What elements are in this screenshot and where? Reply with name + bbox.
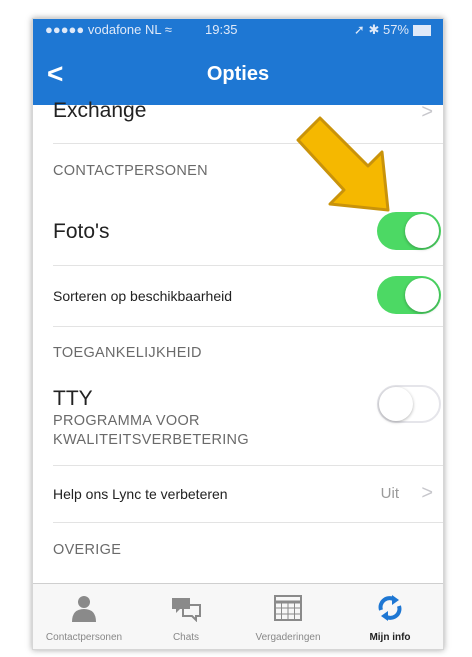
- sort-row: Sorteren op beschikbaarheid: [53, 266, 443, 327]
- page-title: Opties: [206, 63, 270, 85]
- tty-label: TTY: [53, 387, 93, 410]
- tab-bar: Contactpersonen Chats Vergaderingen Mijn…: [33, 583, 443, 649]
- bluetooth-icon: ✱: [368, 22, 380, 37]
- tab-label: Chats: [172, 632, 200, 643]
- tab-label: Vergaderingen: [255, 632, 321, 643]
- clock-label: 19:35: [205, 22, 238, 37]
- wifi-icon: ≈: [164, 22, 172, 37]
- chevron-right-icon: >: [421, 482, 433, 504]
- sort-label: Sorteren op beschikbaarheid: [53, 288, 233, 304]
- photos-toggle[interactable]: [377, 212, 441, 250]
- carrier-label: ●●●●● vodafone NL ≈: [45, 22, 172, 37]
- sync-arrows-icon: [378, 595, 402, 621]
- section-header-program-line1: PROGRAMMA VOOR: [53, 413, 200, 429]
- chevron-right-icon: >: [421, 101, 433, 123]
- help-value: Uit: [380, 485, 399, 502]
- section-header-contacts: CONTACTPERSONEN: [53, 163, 208, 179]
- exchange-label: Exchange: [53, 99, 147, 122]
- status-bar: ●●●●● vodafone NL ≈ 19:35 ➚ ✱ 57%: [45, 22, 431, 40]
- help-row[interactable]: Help ons Lync te verbeteren Uit >: [53, 465, 443, 523]
- tab-label: Mijn info: [369, 632, 411, 643]
- sort-toggle[interactable]: [377, 276, 441, 314]
- section-header-program-line2: KWALITEITSVERBETERING: [53, 432, 249, 448]
- tty-toggle[interactable]: [377, 385, 441, 423]
- battery-label: ➚ ✱ 57%: [353, 22, 409, 37]
- chat-bubbles-icon: [172, 598, 201, 622]
- section-header-accessibility: TOEGANKELIJKHEID: [53, 345, 202, 361]
- battery-icon: [413, 25, 431, 36]
- annotation-arrow-icon: [296, 116, 390, 212]
- tab-chats[interactable]: Chats: [135, 584, 237, 649]
- calendar-icon: [274, 595, 302, 621]
- help-label: Help ons Lync te verbeteren: [53, 486, 228, 502]
- tab-my-info[interactable]: Mijn info: [339, 584, 441, 649]
- tab-meetings[interactable]: Vergaderingen: [237, 584, 339, 649]
- location-icon: ➚: [353, 22, 365, 37]
- tab-contacts[interactable]: Contactpersonen: [33, 584, 135, 649]
- nav-bar: ●●●●● vodafone NL ≈ 19:35 ➚ ✱ 57% < Opti…: [33, 19, 443, 105]
- photos-label: Foto's: [53, 220, 110, 243]
- section-header-other: OVERIGE: [53, 542, 122, 558]
- tab-label: Contactpersonen: [45, 632, 123, 643]
- person-icon: [72, 596, 96, 622]
